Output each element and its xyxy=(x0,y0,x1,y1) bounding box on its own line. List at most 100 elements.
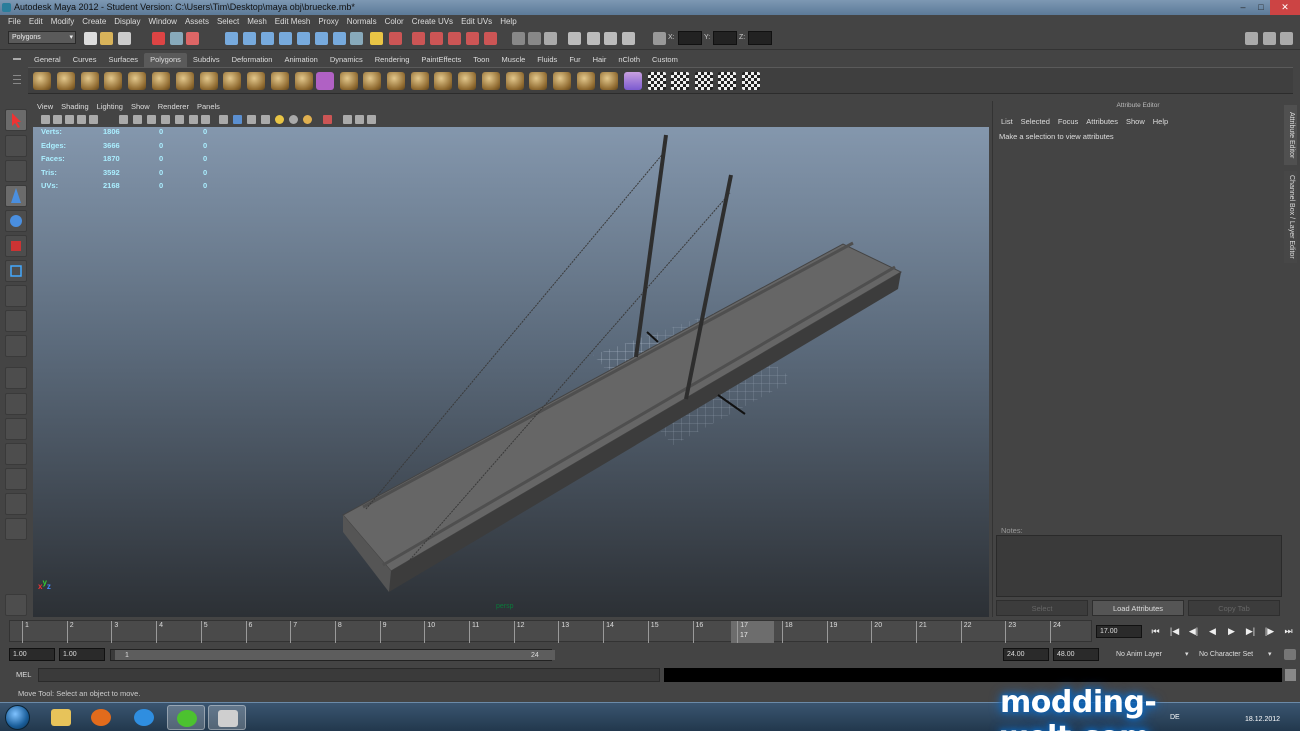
menu-display[interactable]: Display xyxy=(110,15,144,29)
playback-end-field[interactable]: 24.00 xyxy=(1003,648,1049,661)
shelf-tab-curves[interactable]: Curves xyxy=(67,53,103,67)
paint-select-tool-icon[interactable] xyxy=(5,160,27,182)
panel-menu-panels[interactable]: Panels xyxy=(193,101,224,113)
gate-mask-icon[interactable] xyxy=(147,115,156,124)
smooth-proxy-icon[interactable] xyxy=(316,72,334,90)
new-scene-icon[interactable] xyxy=(84,32,97,45)
manipulator-tool-icon[interactable] xyxy=(5,260,27,282)
poly-pipe-icon[interactable] xyxy=(223,72,241,90)
safe-action-icon[interactable] xyxy=(175,115,184,124)
load-attributes-button[interactable]: Load Attributes xyxy=(1092,600,1184,616)
animation-start-field[interactable]: 1.00 xyxy=(9,648,55,661)
ae-menu-list[interactable]: List xyxy=(997,116,1017,128)
persp-graph-layout-icon[interactable] xyxy=(5,443,27,465)
menu-create-uvs[interactable]: Create UVs xyxy=(408,15,457,29)
panel-menu-view[interactable]: View xyxy=(33,101,57,113)
shelf-tab-painteffects[interactable]: PaintEffects xyxy=(415,53,467,67)
panel-menu-shading[interactable]: Shading xyxy=(57,101,93,113)
shelf-tab-hair[interactable]: Hair xyxy=(587,53,613,67)
snap-curve-icon[interactable] xyxy=(243,32,256,45)
select-hierarchy-icon[interactable] xyxy=(152,32,165,45)
smooth-shade-icon[interactable] xyxy=(233,115,242,124)
range-slider[interactable]: 1 24 xyxy=(110,649,555,661)
shelf-tab-deformation[interactable]: Deformation xyxy=(226,53,279,67)
panel-menu-renderer[interactable]: Renderer xyxy=(154,101,193,113)
default-light-icon[interactable] xyxy=(275,115,284,124)
shelf-menu-icon[interactable] xyxy=(10,55,24,95)
dope-sheet-icon[interactable] xyxy=(604,32,617,45)
taskbar-maya[interactable] xyxy=(208,705,246,730)
smooth-icon[interactable] xyxy=(577,72,595,90)
shelf-tab-custom[interactable]: Custom xyxy=(646,53,684,67)
poly-torus-icon[interactable] xyxy=(152,72,170,90)
character-set-dropdown[interactable]: No Character Set xyxy=(1199,649,1253,660)
resolution-gate-icon[interactable] xyxy=(133,115,142,124)
anim-layer-dropdown[interactable]: No Anim Layer xyxy=(1116,649,1162,660)
poly-pyramid-icon[interactable] xyxy=(200,72,218,90)
merge-icon[interactable] xyxy=(506,72,524,90)
xray-active-icon[interactable] xyxy=(355,115,364,124)
shelf-tab-dynamics[interactable]: Dynamics xyxy=(324,53,369,67)
bevel-icon[interactable] xyxy=(482,72,500,90)
grid-toggle-icon[interactable] xyxy=(89,115,98,124)
tray-date[interactable]: 18.12.2012 xyxy=(1245,716,1280,723)
make-live-icon[interactable] xyxy=(297,32,310,45)
image-plane-icon[interactable] xyxy=(77,115,86,124)
delete-edge-icon[interactable] xyxy=(553,72,571,90)
go-to-start-button[interactable]: ⏮ xyxy=(1146,624,1165,639)
close-button[interactable]: ✕ xyxy=(1270,0,1300,15)
spherical-mapping-icon[interactable] xyxy=(695,72,713,90)
go-to-end-button[interactable]: ⏭ xyxy=(1279,624,1298,639)
menu-select[interactable]: Select xyxy=(213,15,243,29)
menu-window[interactable]: Window xyxy=(145,15,181,29)
menu-assets[interactable]: Assets xyxy=(181,15,213,29)
single-perspective-layout-icon[interactable] xyxy=(5,367,27,389)
xray-joints-icon[interactable] xyxy=(343,115,352,124)
snap-point-icon[interactable] xyxy=(261,32,274,45)
offset-edge-loop-icon[interactable] xyxy=(458,72,476,90)
animation-preferences-icon[interactable] xyxy=(1284,649,1296,660)
menu-create[interactable]: Create xyxy=(78,15,110,29)
append-polygon-icon[interactable] xyxy=(387,72,405,90)
graph-editor-icon[interactable] xyxy=(587,32,600,45)
wireframe-icon[interactable] xyxy=(219,115,228,124)
planar-mapping-icon[interactable] xyxy=(648,72,666,90)
menu-proxy[interactable]: Proxy xyxy=(314,15,342,29)
animation-end-field[interactable]: 48.00 xyxy=(1053,648,1099,661)
shelf-tab-animation[interactable]: Animation xyxy=(278,53,323,67)
field-chart-icon[interactable] xyxy=(161,115,170,124)
combine-icon[interactable] xyxy=(271,72,289,90)
hypershade-icon[interactable] xyxy=(466,32,479,45)
layout-more-icon[interactable] xyxy=(5,518,27,540)
rename-icon[interactable] xyxy=(528,32,541,45)
time-slider[interactable]: 17 1 2 3 4 5 6 7 8 9 10 11 12 13 14 15 16 17 18 19 20 21 22 23… xyxy=(9,620,1092,643)
collapse-icon[interactable] xyxy=(529,72,547,90)
show-attribute-editor-icon[interactable] xyxy=(1245,32,1258,45)
menu-modify[interactable]: Modify xyxy=(47,15,79,29)
show-tool-settings-icon[interactable] xyxy=(1263,32,1276,45)
persp-outliner-layout-icon[interactable] xyxy=(5,418,27,440)
panel-menu-lighting[interactable]: Lighting xyxy=(93,101,127,113)
ae-menu-focus[interactable]: Focus xyxy=(1054,116,1082,128)
play-backwards-button[interactable]: ◀ xyxy=(1203,624,1222,639)
ae-menu-selected[interactable]: Selected xyxy=(1017,116,1054,128)
bridge-icon[interactable] xyxy=(363,72,381,90)
shelf-tab-rendering[interactable]: Rendering xyxy=(369,53,416,67)
shelf-tab-toon[interactable]: Toon xyxy=(467,53,495,67)
script-language-toggle[interactable]: MEL xyxy=(16,670,31,679)
input-output-icon[interactable] xyxy=(333,32,346,45)
rotate-tool-icon[interactable] xyxy=(5,210,27,232)
script-editor-icon[interactable] xyxy=(1285,669,1296,681)
bookmark-icon[interactable] xyxy=(65,115,74,124)
camera-attributes-icon[interactable] xyxy=(53,115,62,124)
shelf-tab-general[interactable]: General xyxy=(28,53,67,67)
range-slider-thumb[interactable] xyxy=(115,650,555,660)
toggle-sidebar-icon[interactable] xyxy=(544,32,557,45)
automatic-mapping-icon[interactable] xyxy=(718,72,736,90)
poly-sphere-icon[interactable] xyxy=(33,72,51,90)
taskbar-explorer[interactable] xyxy=(42,705,80,730)
texture-display-icon[interactable] xyxy=(201,115,210,124)
start-button[interactable] xyxy=(5,705,30,730)
anim-layer-chevron-icon[interactable]: ▾ xyxy=(1185,649,1189,660)
insert-edge-loop-icon[interactable] xyxy=(434,72,452,90)
